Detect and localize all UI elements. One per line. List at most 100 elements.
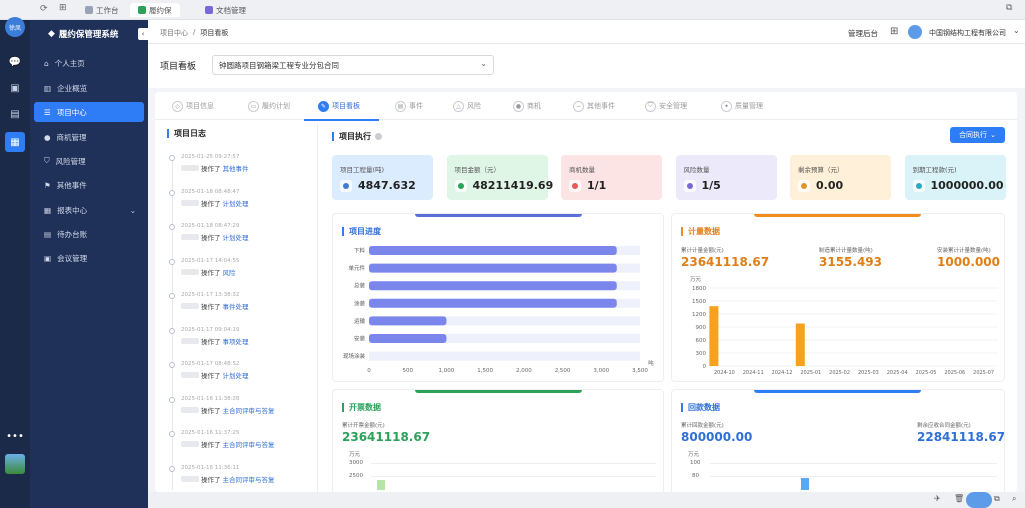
log-entry-dot (169, 258, 175, 265)
tab-quality[interactable]: ✦ 质量管理 (721, 98, 763, 114)
tab-opportunity[interactable]: ● 商机 (513, 98, 541, 114)
collapse-sidebar-button[interactable]: ‹ (138, 28, 148, 40)
log-entry-link[interactable]: 主合同评审与答复 (223, 439, 275, 449)
sidebar-item-other-events[interactable]: ⚑ 其他事件 (34, 175, 144, 195)
progress-category-label: 现场涂装 (343, 352, 366, 360)
apps-icon[interactable]: ▦ (5, 132, 25, 152)
stat-label: 风险数量 (683, 166, 710, 174)
window-icon[interactable]: ⧉ (994, 494, 1000, 504)
workbench-icon (85, 6, 93, 14)
company-name[interactable]: 中国钢结构工程有限公司 (929, 28, 1006, 38)
log-entry-link[interactable]: 主合同评审与答复 (223, 405, 275, 415)
log-entry: 操作了 主合同评审与答复 (181, 439, 275, 449)
log-entry-link[interactable]: 风险 (223, 267, 236, 277)
stat-card[interactable]: 剩余预算（元） 0.00 (790, 155, 891, 200)
measure-y-tick: 600 (696, 338, 707, 344)
sidebar-item-enterprise[interactable]: ▥ 企业概览 (34, 78, 144, 98)
external-window-icon[interactable]: ⧉ (1006, 3, 1012, 13)
chevron-down-icon: ⌄ (129, 205, 136, 215)
progress-category-label: 单元件 (348, 264, 365, 272)
message-icon[interactable]: 💬 (7, 54, 23, 70)
log-entry: 操作了 计划处理 (181, 232, 249, 242)
stat-card[interactable]: 商机数量 1/1 (561, 155, 662, 200)
user-name-redacted (181, 165, 199, 171)
pin-icon[interactable]: ✈ (934, 494, 941, 503)
contract-select[interactable]: 钟圆路项目钢箱梁工程专业分包合同 ⌄ (212, 55, 494, 75)
briefcase-icon[interactable]: ▣ (7, 80, 23, 96)
sidebar-item-report-center[interactable]: ▦ 报表中心 ⌄ (34, 200, 144, 220)
contract-execution-button[interactable]: 合同执行 ⌄ (950, 127, 1005, 143)
progress-bar (369, 334, 447, 343)
user-avatar[interactable]: 徐凤 (5, 17, 25, 37)
progress-x-tick: 3,500 (632, 368, 648, 374)
company-avatar[interactable] (908, 25, 922, 39)
tab-workbench[interactable]: 工作台 (85, 3, 119, 17)
sidebar-item-meeting[interactable]: ▣ 会议管理 (34, 248, 144, 268)
log-entry: 操作了 主合同评审与答复 (181, 474, 275, 484)
tab-safety[interactable]: ⛉ 安全管理 (645, 98, 687, 114)
sidebar-item-todo-ledger[interactable]: ▤ 待办台账 (34, 224, 144, 244)
stat-value: 0.00 (816, 179, 844, 192)
apps-grid-icon[interactable]: ⊞ (890, 26, 898, 37)
log-entry-link[interactable]: 事项处理 (223, 336, 249, 346)
progress-bar-track (369, 351, 640, 361)
user-name-redacted (181, 475, 199, 482)
admin-link[interactable]: 管理后台 (848, 28, 878, 39)
app-title: 履约保管理系统 (58, 30, 119, 40)
help-icon[interactable] (375, 133, 382, 140)
measure-card: 计量数据 累计计量金额(元) 23641118.67 制造累计计量数量(吨) 3… (671, 213, 1005, 382)
log-entry: 操作了 主合同评审与答复 (181, 405, 275, 415)
progress-bar (369, 263, 617, 273)
stat-icon (798, 180, 810, 192)
log-entry-link[interactable]: 计划处理 (223, 370, 249, 380)
tab-events[interactable]: ▤ 事件 (395, 98, 423, 114)
search-icon[interactable]: ⌕ (1012, 494, 1016, 504)
measure-y-tick: 1200 (692, 312, 706, 318)
trash-icon[interactable]: 🗑 (954, 494, 964, 503)
grid-icon[interactable]: ⊞ (59, 3, 67, 13)
measure-y-tick: 300 (696, 351, 707, 357)
sidebar-item-opportunity[interactable]: ● 商机管理 (34, 127, 144, 147)
sidebar-item-risk[interactable]: ⛉ 风险管理 (34, 151, 144, 171)
log-entry-link[interactable]: 计划处理 (223, 232, 249, 242)
sidebar-item-home[interactable]: ⌂ 个人主页 (34, 53, 144, 73)
stat-card[interactable]: 到期工程款(元) 1000000.00 (904, 155, 1006, 200)
stat-icon (454, 180, 467, 192)
breadcrumb-item-project-center[interactable]: 项目中心 (160, 28, 188, 38)
log-entry-link[interactable]: 事件处理 (223, 301, 249, 311)
contact-icon[interactable]: ▤ (7, 106, 23, 122)
stat-card[interactable]: 项目工程量(吨) 4847.632 (332, 155, 433, 200)
chevron-down-icon[interactable]: ⌄ (1013, 26, 1020, 35)
measure-x-tick: 2024-10 (714, 370, 735, 376)
more-icon[interactable]: ••• (6, 428, 24, 444)
tab-other-events[interactable]: − 其他事件 (573, 98, 615, 114)
log-entry: 操作了 计划处理 (181, 198, 249, 208)
assistant-button[interactable] (966, 492, 992, 508)
log-divider (317, 124, 318, 492)
invoice-kpi-value: 23641118.67 (342, 430, 431, 444)
progress-x-tick: 3,000 (593, 368, 609, 374)
user-name-redacted (181, 199, 199, 206)
tab-document-management[interactable]: 文档管理 (205, 3, 246, 17)
tab-project-board[interactable]: ✎ 项目看板 (318, 98, 360, 114)
log-entry: 操作了 风险 (181, 267, 236, 277)
stat-card[interactable]: 项目金额（元） 48211419.69 (446, 155, 553, 200)
invoice-card: 开票数据 累计开票金额(元) 23641118.67 万元 3000 2500 (332, 389, 664, 492)
sidebar-item-project-center[interactable]: ☰ 项目中心 (34, 102, 144, 122)
stat-card[interactable]: 风险数量 1/5 (675, 155, 777, 200)
log-entry: 操作了 事件处理 (181, 301, 249, 311)
log-entry-link[interactable]: 其他事件 (223, 163, 249, 173)
wallpaper-icon[interactable] (5, 454, 25, 474)
progress-bar (369, 298, 617, 308)
tab-lvyuebao[interactable]: 履约保 (130, 3, 180, 17)
log-entry-link[interactable]: 主合同评审与答复 (223, 474, 275, 484)
stat-label: 剩余预算（元） (798, 166, 844, 174)
log-entry-time: 2025-01-16 11:37:25 (181, 430, 240, 436)
tab-risk[interactable]: △ 风险 (453, 98, 481, 114)
progress-category-label: 下料 (354, 247, 366, 255)
log-entry: 操作了 其他事件 (181, 163, 249, 173)
refresh-icon[interactable]: ⟳ (40, 4, 48, 14)
measure-y-tick: 0 (703, 364, 707, 370)
log-entry-link[interactable]: 计划处理 (223, 198, 249, 208)
log-entry-dot (169, 465, 175, 472)
